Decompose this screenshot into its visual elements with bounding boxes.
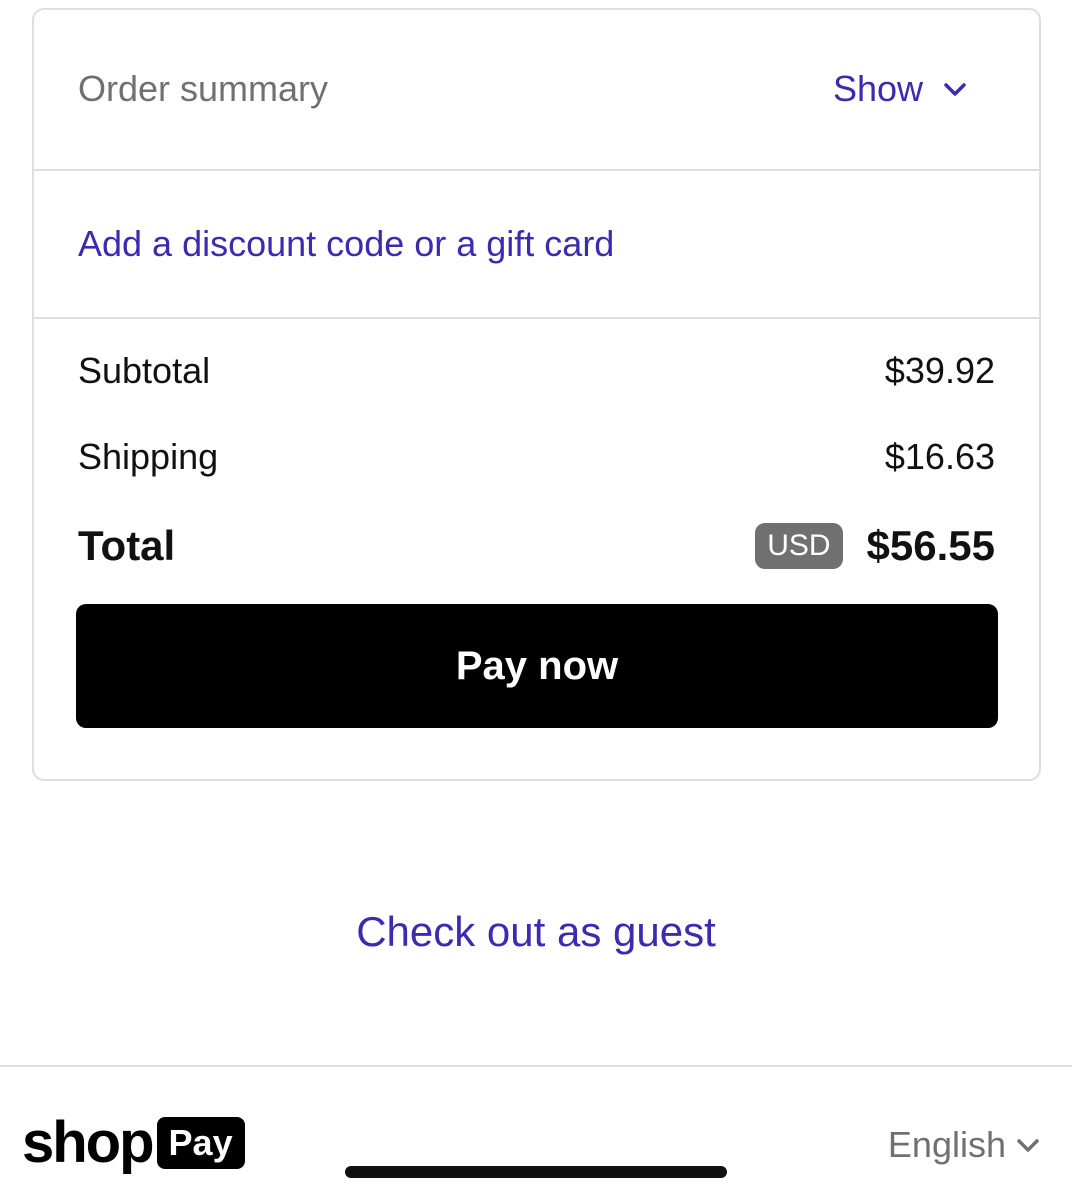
order-card: Order summary Show Add a discount code o…: [32, 8, 1041, 781]
total-value: $56.55: [866, 522, 995, 569]
currency-badge: USD: [755, 523, 843, 569]
pay-now-button[interactable]: Pay now: [76, 604, 998, 728]
add-discount-link[interactable]: Add a discount code or a gift card: [78, 223, 614, 265]
language-selector[interactable]: English: [888, 1124, 1042, 1166]
shipping-value: $16.63: [884, 436, 995, 477]
chevron-down-icon: [941, 75, 969, 103]
language-label: English: [887, 1124, 1006, 1165]
shop-logo-word: shop: [22, 1110, 155, 1175]
shop-pay-logo: shop Pay: [22, 1112, 245, 1174]
chevron-down-icon: [1014, 1131, 1042, 1159]
total-label: Total: [78, 522, 176, 569]
pay-logo-badge: Pay: [156, 1117, 245, 1169]
show-order-summary-toggle[interactable]: Show: [833, 68, 969, 110]
footer-divider: [0, 1065, 1072, 1067]
total-amount-group: USD $56.55: [755, 522, 995, 570]
order-summary-label: Order summary: [78, 68, 329, 109]
subtotal-line: Subtotal $39.92: [78, 350, 995, 392]
discount-row: Add a discount code or a gift card: [34, 171, 1039, 319]
shipping-line: Shipping $16.63: [78, 436, 995, 478]
show-toggle-label: Show: [832, 68, 923, 109]
home-indicator: [345, 1166, 727, 1178]
shipping-label: Shipping: [78, 436, 219, 477]
subtotal-value: $39.92: [884, 350, 995, 391]
order-summary-row[interactable]: Order summary Show: [34, 10, 1039, 171]
total-line: Total USD $56.55: [78, 522, 995, 570]
check-out-as-guest-link[interactable]: Check out as guest: [0, 908, 1072, 956]
subtotal-label: Subtotal: [78, 350, 211, 391]
